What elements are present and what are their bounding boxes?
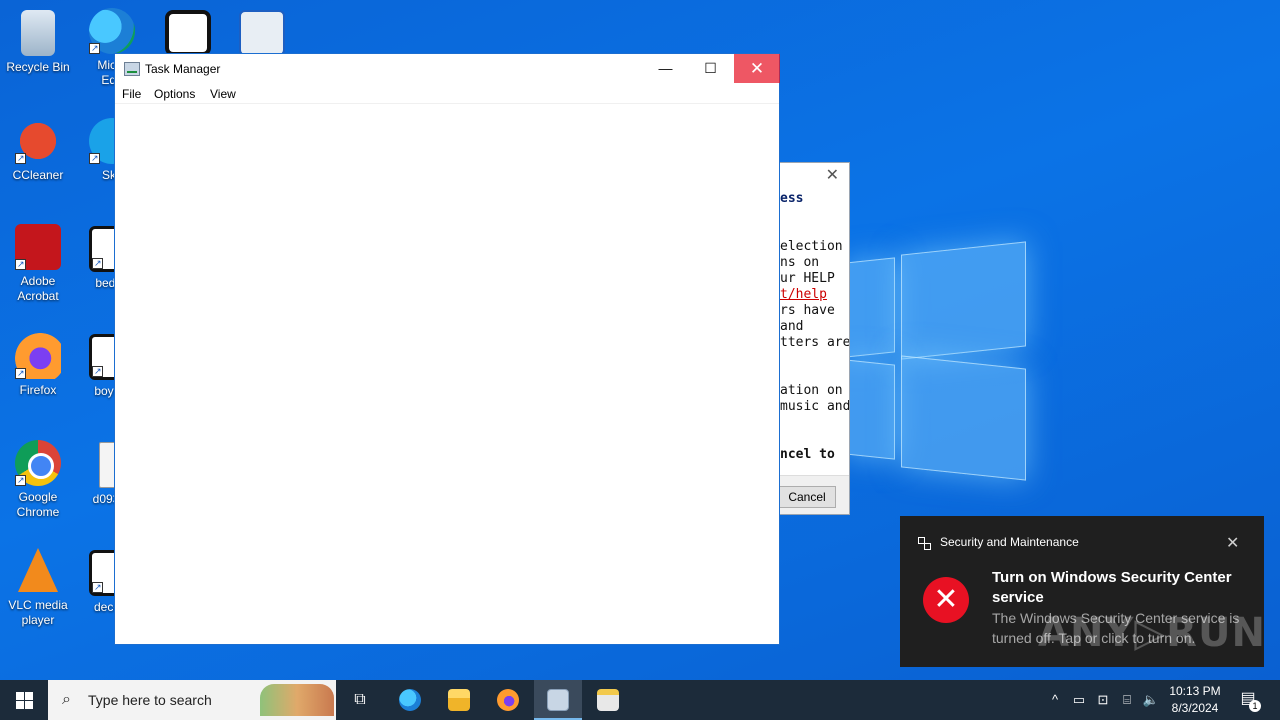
title-bar[interactable]: Task Manager — ☐ ✕ bbox=[115, 54, 780, 84]
dialog-text: election bbox=[780, 239, 843, 254]
taskbar-file-explorer[interactable] bbox=[435, 680, 483, 720]
windows-logo-icon bbox=[16, 692, 24, 700]
menu-options[interactable]: Options bbox=[154, 87, 195, 101]
chrome-icon bbox=[15, 440, 61, 488]
desktop-icon-recycle-bin[interactable]: Recycle Bin bbox=[0, 10, 76, 75]
notification-heading: Turn on Windows Security Center service bbox=[992, 569, 1232, 606]
dialog-text: ation on bbox=[780, 383, 843, 398]
desktop-icon-vlc[interactable]: VLC media player bbox=[0, 548, 76, 628]
desktop-icon-ccleaner[interactable]: CCleaner bbox=[0, 118, 76, 183]
task-view-icon: ⧉ bbox=[354, 691, 366, 708]
volume-icon[interactable]: 🔈 bbox=[1140, 680, 1162, 720]
dialog-text: ncel to bbox=[780, 447, 835, 462]
meet-now-icon[interactable]: ⊡ bbox=[1092, 680, 1114, 720]
search-box[interactable]: ⌕ Type here to search bbox=[48, 680, 336, 720]
taskbar-app[interactable] bbox=[584, 680, 632, 720]
search-placeholder: Type here to search bbox=[88, 692, 212, 708]
task-view-button[interactable]: ⧉ bbox=[336, 680, 384, 720]
desktop-icon-firefox[interactable]: Firefox bbox=[0, 333, 76, 398]
error-icon: ✕ bbox=[923, 577, 969, 623]
dialog-heading: ess bbox=[780, 191, 804, 206]
minimize-button[interactable]: — bbox=[643, 54, 688, 83]
taskbar-task-manager[interactable] bbox=[534, 680, 582, 720]
dialog-text: ur HELP bbox=[780, 271, 835, 286]
close-icon[interactable]: ✕ bbox=[1226, 533, 1239, 553]
cancel-button[interactable]: Cancel bbox=[780, 486, 836, 508]
taskbar-edge[interactable] bbox=[386, 680, 434, 720]
window-title: Task Manager bbox=[145, 62, 221, 76]
close-button[interactable]: ✕ bbox=[734, 54, 780, 83]
close-icon[interactable]: ✕ bbox=[826, 165, 839, 184]
edge-icon bbox=[399, 688, 421, 711]
notification-app-name: Security and Maintenance bbox=[940, 535, 1079, 549]
desktop-icon-label: Firefox bbox=[19, 383, 57, 397]
notification-count-badge: 1 bbox=[1249, 700, 1261, 712]
menu-bar: File Options View bbox=[115, 84, 779, 104]
edge-icon bbox=[89, 8, 135, 56]
firefox-icon bbox=[15, 333, 61, 381]
menu-view[interactable]: View bbox=[210, 87, 236, 101]
watermark-logo: ANY▷RUN bbox=[1038, 610, 1266, 656]
desktop-icon-label: Adobe Acrobat bbox=[17, 274, 59, 303]
dialog-text: ns on bbox=[780, 255, 820, 270]
clock-time: 10:13 PM bbox=[1169, 684, 1221, 698]
adobe-acrobat-icon bbox=[15, 224, 61, 272]
taskbar: ⌕ Type here to search ⧉ ^ ▭ ⊡ ⌸ 🔈 10:13 … bbox=[0, 680, 1280, 720]
ccleaner-icon bbox=[15, 118, 61, 166]
maximize-button[interactable]: ☐ bbox=[688, 54, 733, 83]
security-maintenance-icon bbox=[918, 537, 931, 550]
search-icon: ⌕ bbox=[62, 691, 71, 708]
dialog-text: music and bbox=[780, 399, 850, 414]
task-manager-window: Task Manager — ☐ ✕ File Options View bbox=[114, 53, 780, 645]
desktop-icon-google-chrome[interactable]: Google Chrome bbox=[0, 440, 76, 520]
dialog-text: rs have bbox=[780, 303, 835, 318]
vlc-icon bbox=[18, 548, 58, 592]
menu-file[interactable]: File bbox=[122, 87, 141, 101]
shield-icon bbox=[239, 10, 285, 56]
search-highlight-image bbox=[260, 684, 334, 716]
wallpaper-windows-logo bbox=[845, 240, 1030, 481]
firefox-icon bbox=[497, 688, 519, 711]
dialog-text: tters are bbox=[780, 335, 850, 350]
task-manager-icon bbox=[547, 688, 569, 711]
desktop-icon-adobe-acrobat[interactable]: Adobe Acrobat bbox=[0, 224, 76, 304]
app-icon bbox=[165, 10, 211, 56]
desktop-icon-label: CCleaner bbox=[12, 168, 64, 182]
desktop-icon-label: Recycle Bin bbox=[6, 60, 70, 74]
dialog-text: and bbox=[780, 319, 804, 334]
tablet-icon[interactable]: ▭ bbox=[1068, 680, 1090, 720]
app-icon bbox=[597, 688, 619, 711]
desktop-icon-label: VLC media player bbox=[8, 598, 68, 627]
dialog-footer: Cancel bbox=[780, 475, 849, 514]
task-manager-content bbox=[115, 104, 779, 644]
clock[interactable]: 10:13 PM 8/3/2024 bbox=[1162, 683, 1228, 717]
background-dialog: ✕ ess election ns on ur HELP t/help rs h… bbox=[779, 162, 850, 515]
dialog-help-link[interactable]: t/help bbox=[780, 287, 827, 302]
start-button[interactable] bbox=[0, 680, 48, 720]
task-manager-icon bbox=[124, 62, 140, 76]
folder-icon bbox=[448, 688, 470, 711]
chevron-up-icon[interactable]: ^ bbox=[1044, 680, 1066, 720]
taskbar-firefox[interactable] bbox=[484, 680, 532, 720]
network-icon[interactable]: ⌸ bbox=[1116, 680, 1138, 720]
recycle-bin-icon bbox=[21, 10, 55, 56]
desktop-icon-label: Google Chrome bbox=[16, 490, 60, 519]
clock-date: 8/3/2024 bbox=[1171, 701, 1219, 715]
